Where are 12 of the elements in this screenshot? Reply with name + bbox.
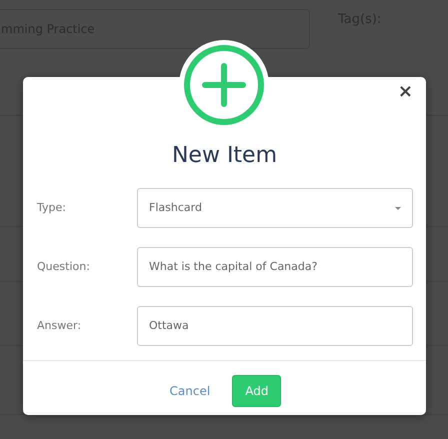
field-label: Question: (37, 259, 91, 276)
dialog-title: New Item (172, 143, 278, 170)
cancel-link[interactable]: Cancel (168, 375, 212, 408)
input-field[interactable]: What is the capital of Canada? (137, 247, 413, 288)
caret-icon (395, 206, 401, 210)
field-label: Type: (37, 200, 67, 216)
field-label: Answer: (37, 318, 82, 334)
select-value: Flashcard (149, 200, 202, 216)
input-field[interactable]: Ottawa (137, 306, 413, 346)
type-select[interactable]: Flashcard (137, 188, 413, 228)
close-button[interactable]: × (398, 83, 413, 101)
plus-icon (183, 44, 265, 126)
